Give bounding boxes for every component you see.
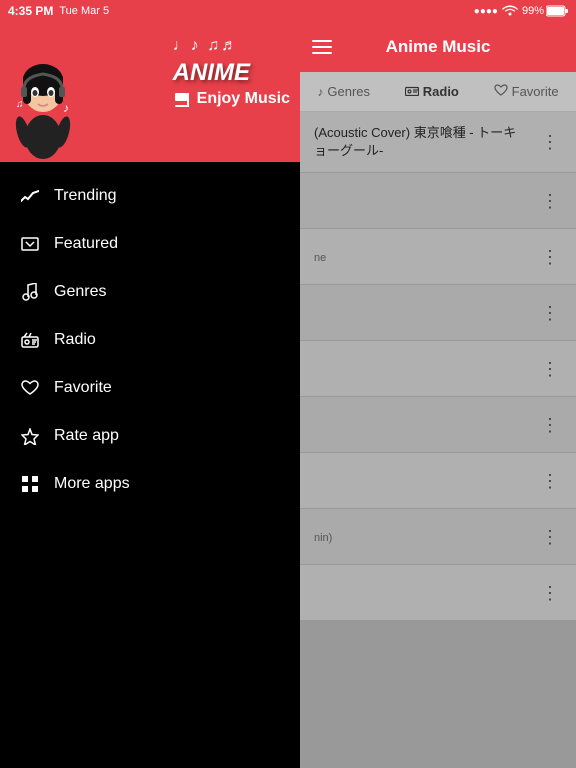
- radio-tab-label: Radio: [423, 84, 459, 99]
- sidebar-item-radio-label: Radio: [54, 331, 96, 349]
- app-container: ♪ ♫ ♩♪ ♫♬ ANIME Enjoy Music: [0, 22, 576, 768]
- hamburger-button[interactable]: [300, 25, 344, 69]
- radio-icon: [20, 330, 40, 350]
- trending-icon: [20, 186, 40, 206]
- status-bar: 4:35 PM Tue Mar 5 ●●●● 99%: [0, 0, 576, 22]
- battery-icon: 99%: [522, 5, 568, 17]
- hamburger-line-1: [312, 40, 332, 42]
- logo-enjoy-text: Enjoy Music: [197, 90, 290, 108]
- main-content: Anime Music ♪ Genres Radio: [300, 22, 576, 768]
- list-item: nin) ⋮: [300, 509, 576, 565]
- list-item: (Acoustic Cover) 東京喰種 - トーキョーグール- ⋮: [300, 112, 576, 173]
- sidebar-item-more-apps-label: More apps: [54, 475, 130, 493]
- hamburger-line-3: [312, 52, 332, 54]
- list-item: ne ⋮: [300, 229, 576, 285]
- sidebar-item-favorite[interactable]: Favorite: [0, 364, 300, 412]
- item-subtitle: ne: [314, 252, 527, 264]
- svg-text:♫: ♫: [16, 99, 24, 110]
- logo-area: ♩♪ ♫♬ ANIME Enjoy Music: [173, 37, 290, 109]
- status-icons: ●●●● 99%: [474, 4, 568, 19]
- item-subtitle: nin): [314, 532, 527, 544]
- sidebar-item-trending[interactable]: Trending: [0, 172, 300, 220]
- sidebar-item-genres[interactable]: Genres: [0, 268, 300, 316]
- item-info: (Acoustic Cover) 東京喰種 - トーキョーグール-: [314, 124, 535, 160]
- sidebar-header: ♪ ♫ ♩♪ ♫♬ ANIME Enjoy Music: [0, 22, 300, 162]
- grid-icon: [20, 474, 40, 494]
- item-menu-button[interactable]: ⋮: [535, 129, 566, 155]
- top-bar: Anime Music: [300, 22, 576, 72]
- tab-bar: ♪ Genres Radio: [300, 72, 576, 112]
- genres-icon: [20, 282, 40, 302]
- sidebar-item-more-apps[interactable]: More apps: [0, 460, 300, 508]
- sidebar-nav: Trending Featured: [0, 162, 300, 518]
- sidebar-item-favorite-label: Favorite: [54, 379, 112, 397]
- list-item: ⋮: [300, 565, 576, 621]
- app-title: Anime Music: [344, 37, 576, 57]
- genres-tab-icon: ♪: [317, 85, 323, 99]
- logo-main-text: ANIME: [173, 59, 250, 87]
- favorite-tab-label: Favorite: [512, 84, 559, 99]
- music-notes-decoration: ♩♪ ♫♬: [173, 37, 239, 55]
- list-item: ⋮: [300, 341, 576, 397]
- item-menu-button[interactable]: ⋮: [535, 580, 566, 606]
- genres-tab-label: Genres: [327, 84, 370, 99]
- favorite-tab-icon: [494, 84, 508, 100]
- list-item: ⋮: [300, 397, 576, 453]
- sidebar-item-trending-label: Trending: [54, 187, 117, 205]
- sidebar-item-featured-label: Featured: [54, 235, 118, 253]
- status-time: 4:35 PM: [8, 4, 53, 18]
- wifi-icon: [502, 4, 518, 19]
- sidebar-item-rate-label: Rate app: [54, 427, 119, 445]
- item-menu-button[interactable]: ⋮: [535, 468, 566, 494]
- item-title: (Acoustic Cover) 東京喰種 - トーキョーグール-: [314, 124, 527, 160]
- content-list: (Acoustic Cover) 東京喰種 - トーキョーグール- ⋮ ⋮ ne…: [300, 112, 576, 768]
- status-date: Tue Mar 5: [59, 5, 109, 17]
- item-info: nin): [314, 530, 535, 544]
- sidebar-item-radio[interactable]: Radio: [0, 316, 300, 364]
- sidebar: ♪ ♫ ♩♪ ♫♬ ANIME Enjoy Music: [0, 22, 300, 768]
- svg-text:♪: ♪: [63, 101, 69, 115]
- sidebar-item-featured[interactable]: Featured: [0, 220, 300, 268]
- sidebar-item-rate-app[interactable]: Rate app: [0, 412, 300, 460]
- hamburger-line-2: [312, 46, 332, 48]
- item-menu-button[interactable]: ⋮: [535, 300, 566, 326]
- featured-icon: [20, 234, 40, 254]
- item-menu-button[interactable]: ⋮: [535, 356, 566, 382]
- tab-radio[interactable]: Radio: [395, 78, 469, 105]
- star-icon: [20, 426, 40, 446]
- list-item: ⋮: [300, 173, 576, 229]
- item-menu-button[interactable]: ⋮: [535, 188, 566, 214]
- signal-icon: ●●●●: [474, 6, 498, 17]
- tab-genres[interactable]: ♪ Genres: [307, 78, 380, 105]
- list-item: ⋮: [300, 453, 576, 509]
- item-info: ne: [314, 250, 535, 264]
- sidebar-item-genres-label: Genres: [54, 283, 106, 301]
- tab-favorite[interactable]: Favorite: [484, 78, 569, 106]
- list-item: ⋮: [300, 285, 576, 341]
- radio-tab-icon: [405, 84, 419, 99]
- item-menu-button[interactable]: ⋮: [535, 244, 566, 270]
- item-menu-button[interactable]: ⋮: [535, 524, 566, 550]
- anime-character-icon: ♪ ♫: [8, 52, 78, 162]
- item-menu-button[interactable]: ⋮: [535, 412, 566, 438]
- music-flag-icon: [173, 89, 193, 109]
- heart-icon: [20, 378, 40, 398]
